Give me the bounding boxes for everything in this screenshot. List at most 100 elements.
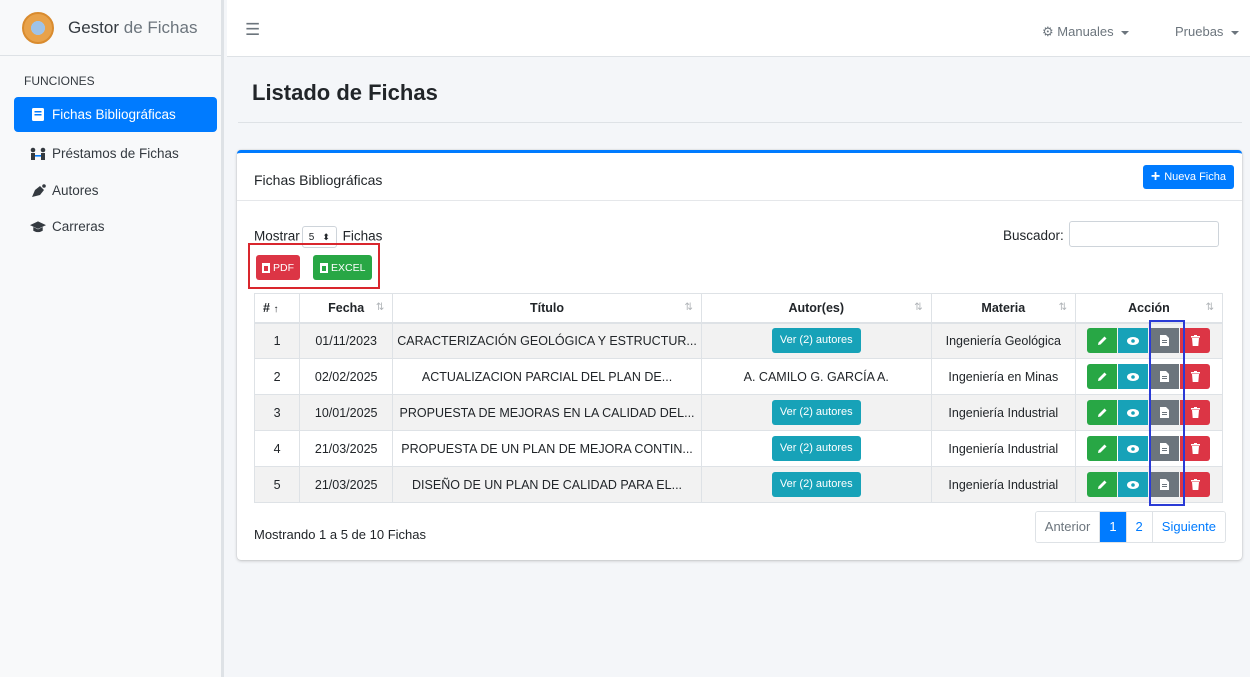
view-authors-button[interactable]: Ver (2) autores: [771, 436, 861, 461]
fichas-table: # ↑ Fecha ⇅ Título ⇅ Autor(es) ⇅ Materia ⇅ A…: [253, 293, 1224, 503]
hamburger-icon[interactable]: ☰: [245, 20, 260, 40]
pdf-document-button[interactable]: [1149, 400, 1180, 425]
column-header-fecha[interactable]: Fecha ⇅: [299, 293, 394, 324]
sidebar-item-carreras[interactable]: Carreras: [14, 209, 217, 244]
file-excel-icon: [320, 262, 328, 273]
pencil-icon: [1097, 408, 1107, 417]
brand-logo: [22, 11, 54, 44]
column-label: Autor(es): [788, 300, 845, 315]
delete-button[interactable]: [1180, 328, 1211, 354]
column-label: Materia: [981, 300, 1026, 315]
card-title: Fichas Bibliográficas: [254, 172, 383, 188]
file-pdf-icon: [1159, 407, 1169, 418]
column-label: Acción: [1128, 300, 1170, 315]
column-header-accion[interactable]: Acción ⇅: [1074, 293, 1224, 324]
cell-autores: Ver (2) autores: [700, 466, 932, 503]
cell-acciones: [1074, 430, 1224, 467]
user-label: Pruebas: [1175, 24, 1224, 39]
table-info: Mostrando 1 a 5 de 10 Fichas: [254, 527, 426, 542]
edit-button[interactable]: [1087, 400, 1118, 425]
cell-materia: Ingeniería Geológica: [930, 322, 1076, 359]
page-title: Listado de Fichas: [252, 80, 438, 105]
delete-button[interactable]: [1180, 364, 1211, 389]
delete-button[interactable]: [1180, 400, 1211, 425]
column-header-materia[interactable]: Materia ⇅: [930, 293, 1076, 324]
cell-autores: Ver (2) autores: [700, 430, 932, 467]
graduation-cap-icon: [30, 220, 46, 233]
view-button[interactable]: [1118, 436, 1149, 461]
pencil-icon: [1097, 336, 1107, 346]
cell-titulo: PROPUESTA DE MEJORAS EN LA CALIDAD DEL..…: [392, 394, 702, 431]
brand-name: Gestor de Fichas: [68, 18, 197, 38]
view-button[interactable]: [1118, 328, 1149, 354]
cell-number: 4: [253, 430, 301, 467]
excel-export-button[interactable]: EXCEL: [313, 255, 373, 280]
new-ficha-label: Nueva Ficha: [1164, 171, 1226, 183]
action-group: [1087, 436, 1211, 461]
edit-button[interactable]: [1087, 436, 1118, 461]
pdf-document-button[interactable]: [1149, 436, 1180, 461]
view-button[interactable]: [1118, 472, 1149, 497]
sort-icon: ⇅: [1058, 302, 1067, 313]
cell-acciones: [1074, 394, 1224, 431]
view-authors-button[interactable]: Ver (2) autores: [771, 328, 861, 354]
new-ficha-button[interactable]: + Nueva Ficha: [1142, 165, 1234, 189]
plus-icon: +: [1150, 168, 1161, 185]
column-header-autores[interactable]: Autor(es) ⇅: [700, 293, 932, 324]
sort-asc-icon: ↑: [273, 303, 279, 315]
pdf-document-button[interactable]: [1149, 328, 1180, 354]
page-button-1[interactable]: 1: [1099, 512, 1126, 542]
view-authors-button[interactable]: Ver (2) autores: [771, 400, 861, 425]
edit-button[interactable]: [1087, 328, 1118, 354]
fichas-card: Fichas Bibliográficas + Nueva Ficha Most…: [237, 150, 1242, 560]
pdf-document-button[interactable]: [1149, 364, 1180, 389]
column-header-number[interactable]: # ↑: [253, 293, 301, 324]
page-button-2[interactable]: 2: [1125, 512, 1152, 542]
prev-page-button[interactable]: Anterior: [1035, 512, 1100, 542]
sidebar-item-fichas[interactable]: Fichas Bibliográficas: [14, 97, 217, 132]
manuals-label: Manuales: [1057, 24, 1114, 39]
view-button[interactable]: [1118, 400, 1149, 425]
pagination: Anterior 1 2 Siguiente: [1034, 511, 1226, 543]
pdf-export-button[interactable]: PDF: [256, 255, 300, 280]
gears-icon: ⚙: [1042, 24, 1054, 39]
search-input[interactable]: [1069, 221, 1219, 247]
sidebar-item-autores[interactable]: Autores: [14, 173, 217, 208]
cell-titulo: CARACTERIZACIÓN GEOLÓGICA Y ESTRUCTUR...: [392, 322, 702, 359]
user-menu[interactable]: Pruebas: [1175, 24, 1240, 39]
column-label: Fecha: [328, 300, 365, 315]
cell-acciones: [1074, 466, 1224, 503]
delete-button[interactable]: [1180, 436, 1211, 461]
page-length-value: 5: [308, 231, 315, 243]
table-row: 3 10/01/2025 PROPUESTA DE MEJORAS EN LA …: [253, 394, 1224, 431]
divider: [238, 122, 1242, 123]
action-group: [1087, 328, 1211, 354]
next-page-button[interactable]: Siguiente: [1151, 512, 1225, 542]
eye-icon: [1127, 408, 1140, 417]
trash-icon: [1190, 335, 1200, 347]
trash-icon: [1190, 479, 1200, 490]
delete-button[interactable]: [1180, 472, 1211, 497]
author-text: A. CAMILO G. GARCÍA A.: [743, 369, 889, 384]
card-header: Fichas Bibliográficas + Nueva Ficha: [237, 153, 1242, 201]
cell-autores: Ver (2) autores: [700, 394, 932, 431]
pencil-icon: [1097, 480, 1107, 489]
column-header-titulo[interactable]: Título ⇅: [392, 293, 702, 324]
view-button[interactable]: [1118, 364, 1149, 389]
pencil-icon: [1097, 444, 1107, 453]
cell-fecha: 02/02/2025: [299, 358, 394, 395]
manuals-menu[interactable]: ⚙ Manuales: [1042, 24, 1130, 40]
trash-icon: [1190, 371, 1200, 382]
edit-button[interactable]: [1087, 364, 1118, 389]
edit-button[interactable]: [1087, 472, 1118, 497]
sidebar-item-prestamos[interactable]: Préstamos de Fichas: [14, 136, 217, 171]
pdf-document-button[interactable]: [1149, 472, 1180, 497]
cell-fecha: 21/03/2025: [299, 430, 394, 467]
brand-name-light: de Fichas: [119, 17, 198, 37]
pdf-label: PDF: [273, 261, 294, 274]
trash-icon: [1190, 443, 1200, 454]
view-authors-button[interactable]: Ver (2) autores: [771, 472, 861, 497]
brand[interactable]: Gestor de Fichas: [0, 0, 221, 56]
file-pdf-icon: [1159, 335, 1169, 347]
file-pdf-icon: [1159, 443, 1169, 454]
